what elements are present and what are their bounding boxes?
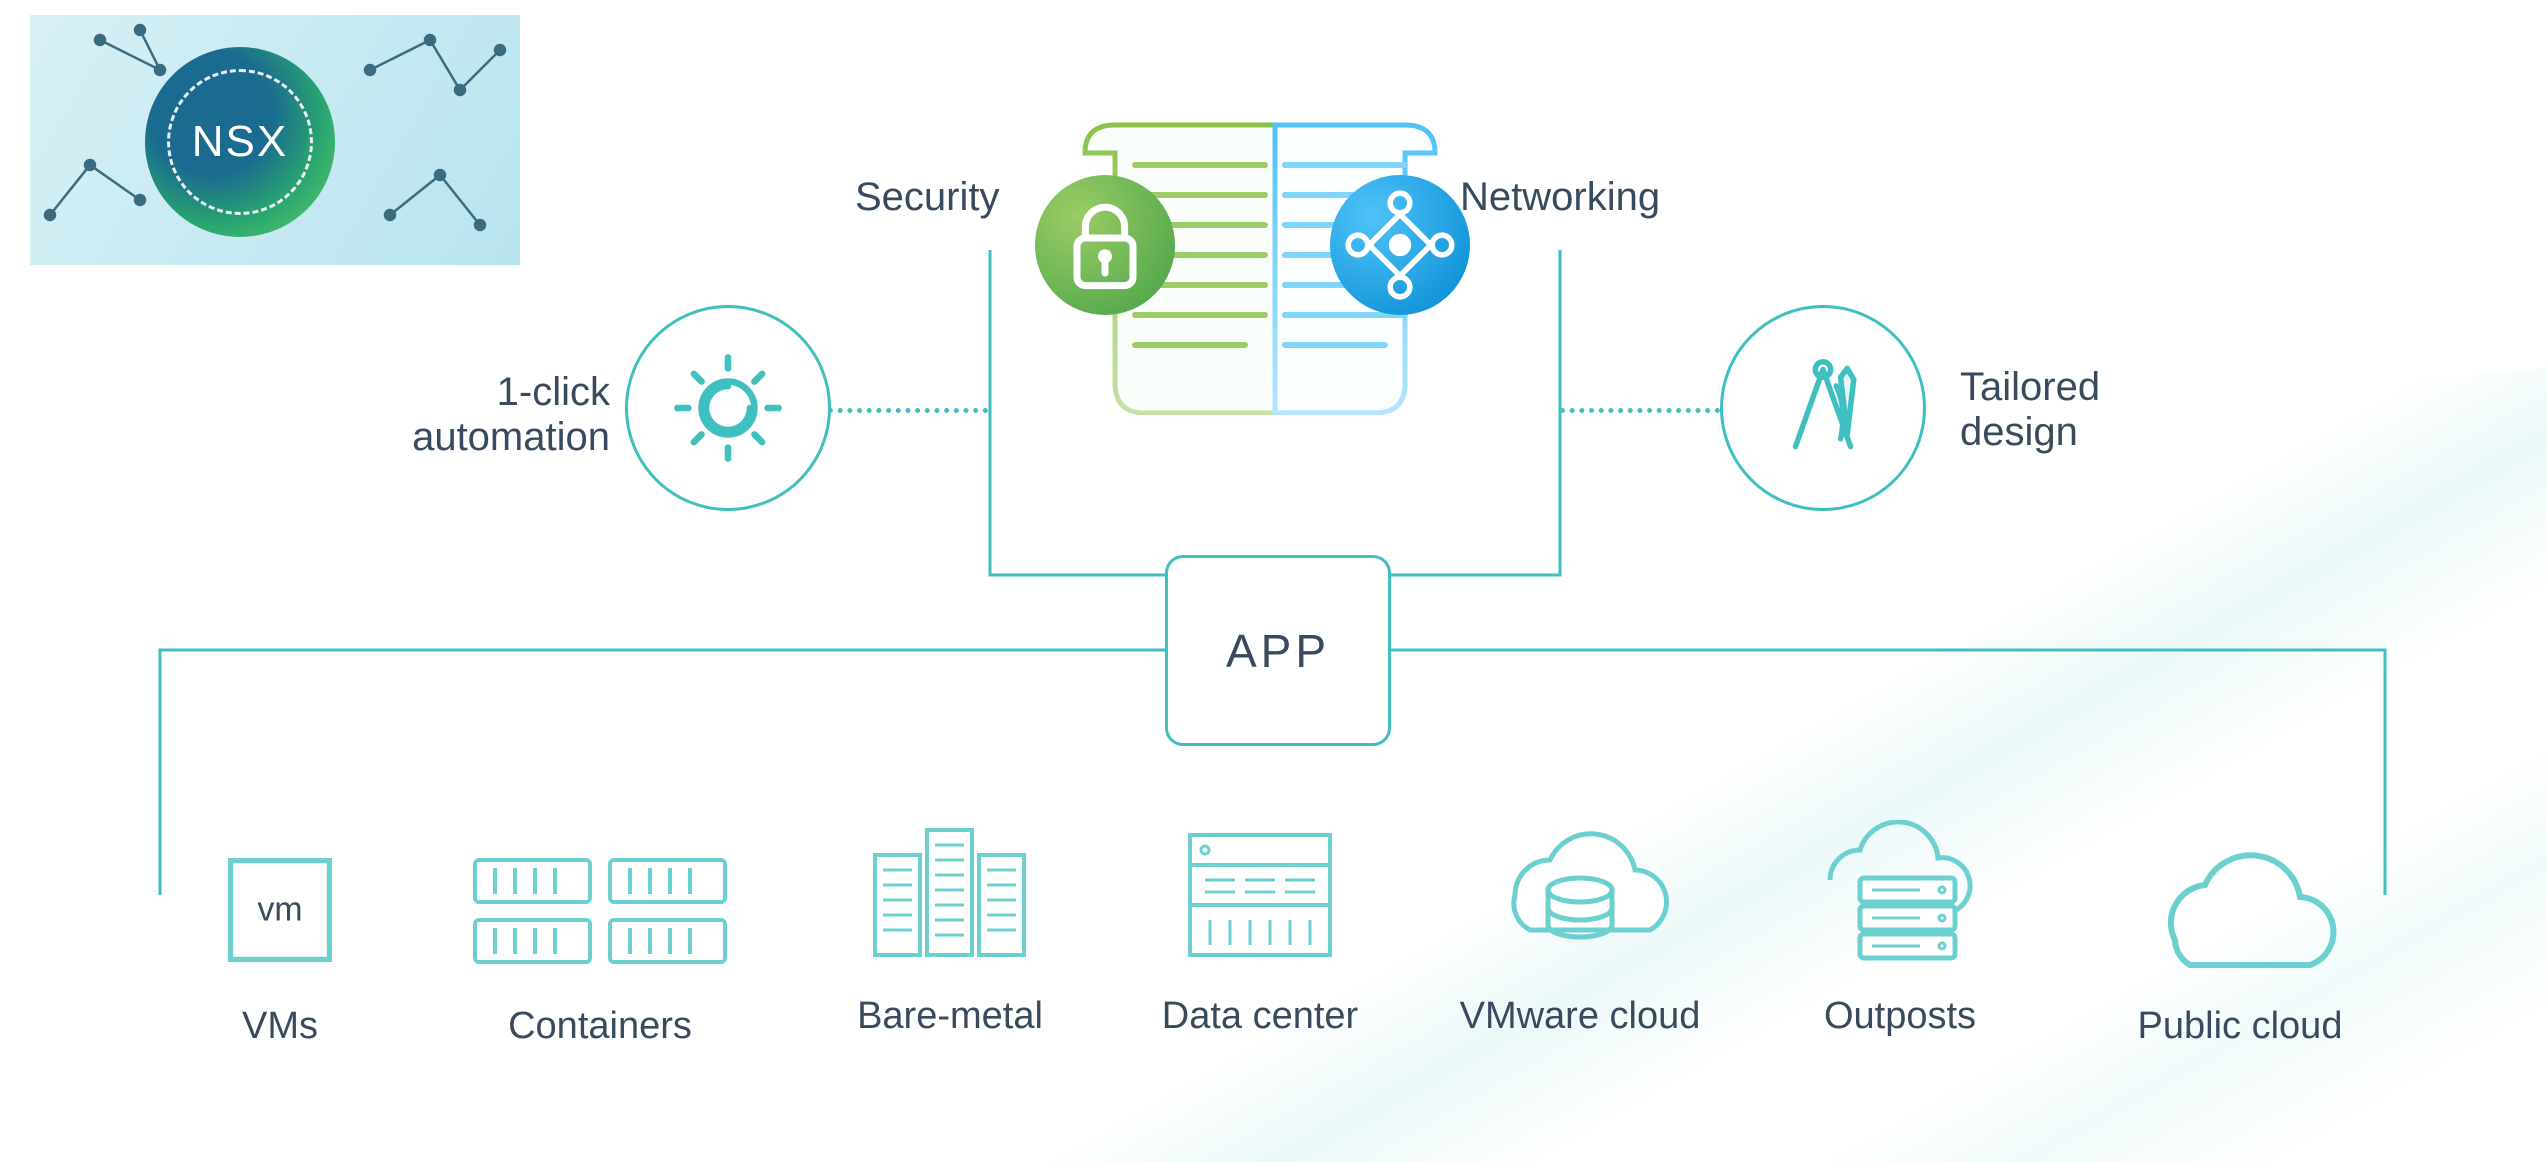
dotted-connector-right <box>1560 408 1720 413</box>
automation-label: 1-click automation <box>340 370 610 460</box>
cloud-icon <box>2120 845 2360 975</box>
security-badge <box>1035 175 1175 315</box>
platform-containers: Containers <box>440 835 760 1048</box>
containers-icon <box>470 845 730 975</box>
cloud-database-icon <box>1470 820 1690 965</box>
platform-label: VMware cloud <box>1430 995 1730 1038</box>
cloud-rack-icon <box>1790 820 2010 965</box>
nsx-logo-card: NSX <box>30 15 520 265</box>
lock-icon <box>1035 175 1175 315</box>
dotted-connector-left <box>828 408 988 413</box>
networking-label: Networking <box>1460 175 1660 220</box>
platform-datacenter: Data center <box>1130 825 1390 1038</box>
app-box: APP <box>1165 555 1391 746</box>
automation-circle <box>625 305 831 511</box>
networking-badge <box>1330 175 1470 315</box>
platform-label: Public cloud <box>2090 1005 2390 1048</box>
diagram-stage: NSX 1-click automation Security Networki… <box>0 0 2547 1162</box>
platform-label: Outposts <box>1770 995 2030 1038</box>
platform-label: Bare-metal <box>820 995 1080 1038</box>
platform-label: VMs <box>150 1005 410 1048</box>
drafting-compass-icon <box>1768 353 1878 463</box>
design-label: Tailored design <box>1960 365 2100 455</box>
platform-publiccloud: Public cloud <box>2090 835 2390 1048</box>
servers-building-icon <box>865 820 1035 965</box>
security-label: Security <box>855 175 1000 220</box>
platform-vms: vm VMs <box>150 835 410 1048</box>
platform-label: Containers <box>440 1005 760 1048</box>
svg-text:vm: vm <box>257 890 302 928</box>
platform-vmwarecloud: VMware cloud <box>1430 825 1730 1038</box>
platform-label: Data center <box>1130 995 1390 1038</box>
nsx-logo-circle: NSX <box>145 47 335 237</box>
vm-box-icon: vm <box>215 845 345 975</box>
network-graph-icon <box>1330 175 1470 315</box>
app-label: APP <box>1226 624 1330 678</box>
nsx-logo-text: NSX <box>192 117 288 167</box>
platform-baremetal: Bare-metal <box>820 825 1080 1038</box>
gear-icon <box>673 353 783 463</box>
platform-outposts: Outposts <box>1770 825 2030 1038</box>
design-circle <box>1720 305 1926 511</box>
datacenter-rack-icon <box>1180 820 1340 965</box>
